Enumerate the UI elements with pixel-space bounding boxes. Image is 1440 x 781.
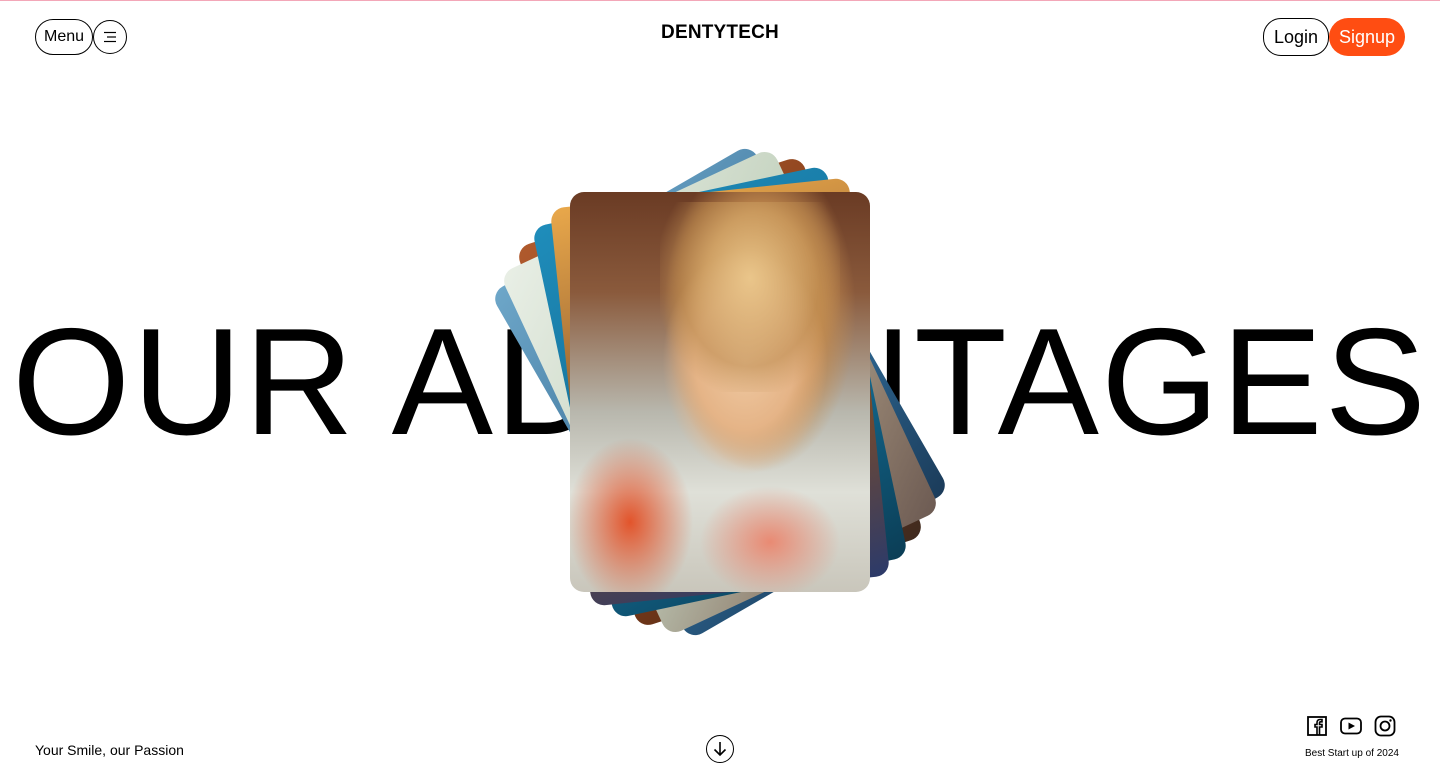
signup-button[interactable]: Signup <box>1329 18 1405 56</box>
scroll-down-button[interactable] <box>706 735 734 763</box>
social-links <box>1306 715 1396 737</box>
facebook-icon[interactable] <box>1306 715 1328 737</box>
top-border <box>0 0 1440 1</box>
login-label: Login <box>1273 26 1319 47</box>
award-text: Best Start up of 2024 <box>1305 748 1399 759</box>
instagram-icon[interactable] <box>1374 715 1396 737</box>
youtube-icon[interactable] <box>1340 715 1362 737</box>
tagline: Your Smile, our Passion <box>35 742 184 758</box>
brand-logo[interactable]: DENTYTECH <box>0 22 1440 44</box>
hero-title: OUR ADVANTAGES <box>12 297 1428 467</box>
login-button[interactable]: Login <box>1263 18 1329 56</box>
signup-label: Signup <box>1338 26 1396 47</box>
arrow-down-icon <box>713 742 727 757</box>
